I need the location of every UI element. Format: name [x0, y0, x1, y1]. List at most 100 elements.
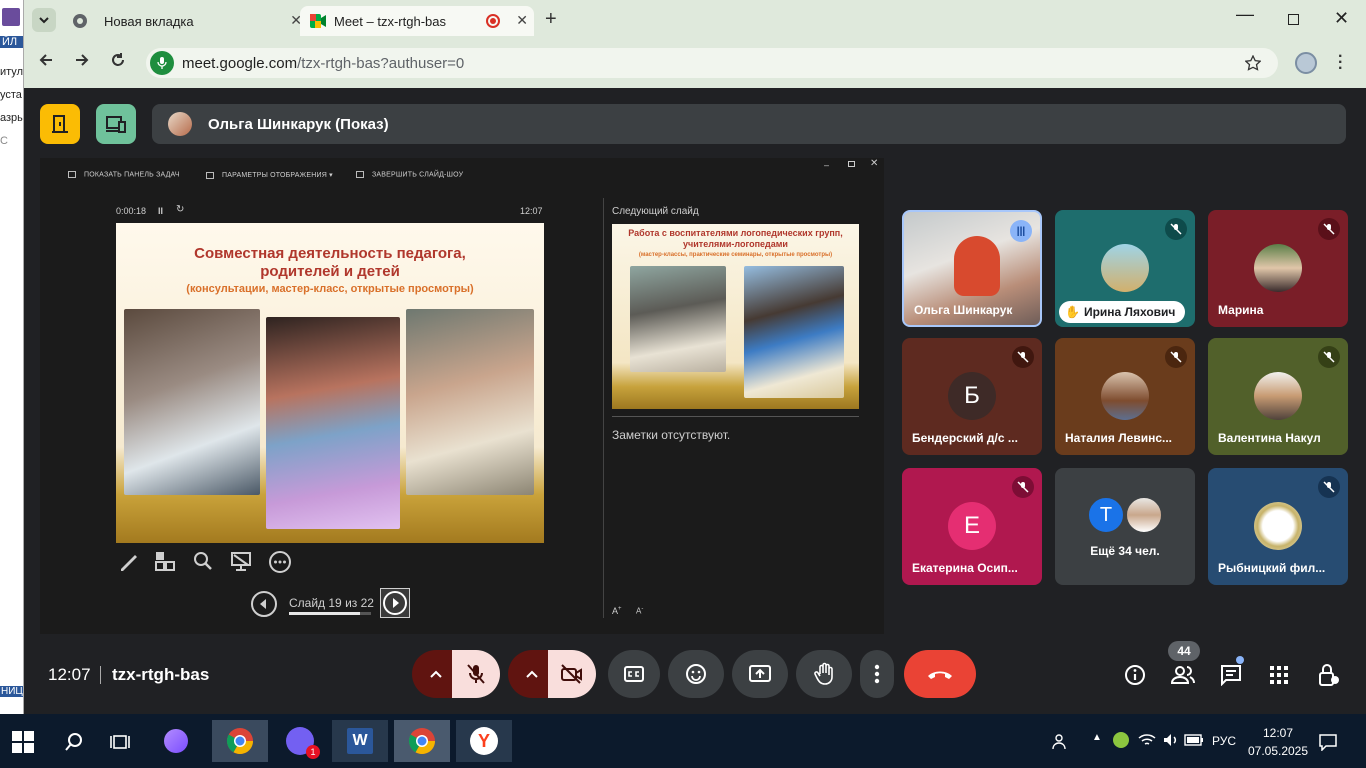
layout-button[interactable]: [40, 104, 80, 144]
yandex-icon: Y: [470, 727, 498, 755]
forward-button[interactable]: [74, 52, 90, 68]
show-taskbar-button[interactable]: ПОКАЗАТЬ ПАНЕЛЬ ЗАДАЧ: [68, 171, 180, 178]
taskbar-chrome-profile[interactable]: [394, 720, 450, 762]
alice-assistant-icon[interactable]: [164, 729, 188, 753]
tray-expand-icon[interactable]: ▲: [1092, 732, 1102, 743]
tray-clock-time[interactable]: 12:07: [1246, 726, 1310, 740]
captions-icon: [624, 666, 644, 682]
slideshow-icon: [356, 171, 364, 178]
zoom-icon[interactable]: [192, 550, 214, 572]
next-slide-preview[interactable]: Работа с воспитателями логопедических гр…: [612, 224, 859, 409]
close-tab-icon[interactable]: ✕: [516, 12, 528, 29]
windows-start-icon[interactable]: [12, 731, 34, 753]
address-bar[interactable]: meet.google.com/tzx-rtgh-bas?authuser=0: [146, 48, 1278, 78]
previous-slide-button[interactable]: [250, 590, 278, 618]
decrease-font-button[interactable]: A-: [636, 606, 643, 616]
divider: [603, 198, 604, 618]
search-icon[interactable]: [64, 732, 84, 752]
participant-tile[interactable]: Наталия Левинс...: [1055, 338, 1195, 455]
reactions-button[interactable]: [668, 650, 724, 698]
participant-tile[interactable]: Е Екатерина Осип...: [902, 468, 1042, 585]
slides-grid-icon[interactable]: [154, 550, 176, 572]
increase-font-button[interactable]: A+: [612, 606, 622, 616]
people-button[interactable]: [1170, 662, 1196, 688]
new-tab-button[interactable]: +: [545, 8, 557, 31]
camera-toggle-button[interactable]: [548, 650, 596, 698]
end-slideshow-button[interactable]: ЗАВЕРШИТЬ СЛАЙД-ШОУ: [356, 171, 463, 178]
pause-icon[interactable]: ll: [158, 206, 163, 216]
raise-hand-button[interactable]: [796, 650, 852, 698]
devices-icon: [106, 116, 126, 133]
tab-search-button[interactable]: [32, 8, 56, 32]
present-screen-button[interactable]: [732, 650, 788, 698]
taskbar-chrome[interactable]: [212, 720, 268, 762]
pen-icon[interactable]: [118, 550, 140, 572]
taskbar-yandex-browser[interactable]: Y: [456, 720, 512, 762]
captions-button[interactable]: [608, 650, 660, 698]
participant-tile[interactable]: Б Бендерский д/с ...: [902, 338, 1042, 455]
pres-close-icon[interactable]: ✕: [870, 158, 878, 169]
battery-icon[interactable]: [1184, 734, 1204, 746]
participant-name: Ирина Ляхович: [1083, 305, 1176, 319]
meet-window: Ольга Шинкарук (Показ) ПОКАЗАТЬ ПАНЕЛЬ З…: [24, 88, 1366, 714]
divider: [612, 416, 859, 417]
slide-counter: Слайд 19 из 22: [289, 596, 374, 610]
microphone-icon: [157, 57, 167, 69]
microphone-toggle-button[interactable]: [452, 650, 500, 698]
bg-line: НИЦА: [0, 686, 23, 697]
back-button[interactable]: [38, 52, 54, 68]
task-view-icon[interactable]: [110, 733, 130, 751]
meeting-info-button[interactable]: [1122, 662, 1148, 688]
reset-timer-icon[interactable]: ↻: [176, 204, 184, 215]
tab-new-tab[interactable]: Новая вкладка ✕: [64, 6, 302, 36]
more-options-button[interactable]: [860, 650, 894, 698]
participant-tile[interactable]: ||| Ольга Шинкарук: [902, 210, 1042, 327]
taskbar-viber[interactable]: 1: [272, 720, 328, 762]
more-participants-tile[interactable]: Т Ещё 34 чел.: [1055, 468, 1195, 585]
people-tray-icon[interactable]: [1052, 733, 1070, 751]
leave-call-button[interactable]: [904, 650, 976, 698]
participant-tile[interactable]: Марина: [1208, 210, 1348, 327]
display-settings-button[interactable]: ПАРАМЕТРЫ ОТОБРАЖЕНИЯ ▾: [206, 171, 333, 179]
volume-icon[interactable]: [1162, 732, 1180, 748]
chat-button[interactable]: [1218, 662, 1244, 688]
participant-avatar: [1101, 244, 1149, 292]
pres-minimize-icon[interactable]: –: [824, 160, 829, 170]
star-icon[interactable]: [1245, 55, 1261, 71]
tab-meet[interactable]: Meet – tzx-rtgh-bas ✕: [300, 6, 534, 36]
devices-button[interactable]: [96, 104, 136, 144]
reload-button[interactable]: [110, 52, 126, 68]
screen-icon[interactable]: [230, 550, 252, 572]
more-options-icon[interactable]: [268, 550, 292, 574]
bg-line: С: [0, 135, 8, 147]
menu-icon[interactable]: · · ·: [1338, 49, 1343, 77]
profile-avatar[interactable]: [1295, 52, 1317, 74]
participant-name: Марина: [1218, 303, 1264, 317]
tray-app-icon[interactable]: [1113, 732, 1129, 748]
participant-avatar: Т: [1087, 496, 1125, 534]
participant-tile[interactable]: Рыбницкий фил...: [1208, 468, 1348, 585]
participant-avatar: Е: [948, 502, 996, 550]
minimize-button[interactable]: —: [1236, 4, 1254, 25]
next-slide-button[interactable]: [380, 588, 410, 618]
notifications-icon[interactable]: [1318, 733, 1338, 751]
chevron-up-icon: [526, 670, 538, 678]
activities-button[interactable]: [1266, 662, 1292, 688]
participant-tile[interactable]: ✋ Ирина Ляхович: [1055, 210, 1195, 327]
tray-clock-date[interactable]: 07.05.2025: [1246, 744, 1310, 758]
next-slide-subtitle: (мастер-классы, практические семинары, о…: [638, 252, 833, 258]
participant-tile[interactable]: Валентина Накул: [1208, 338, 1348, 455]
slide-progress-fill: [289, 612, 360, 615]
close-window-button[interactable]: ✕: [1334, 8, 1349, 29]
wifi-icon[interactable]: [1138, 732, 1156, 748]
participant-avatar: [1254, 372, 1302, 420]
pres-restore-icon[interactable]: [848, 161, 855, 167]
host-controls-button[interactable]: [1316, 662, 1342, 688]
input-language[interactable]: РУС: [1212, 734, 1236, 748]
participant-name: Ольга Шинкарук: [914, 303, 1013, 317]
participants-count-badge: 44: [1168, 641, 1200, 661]
site-info-icon[interactable]: [150, 51, 174, 75]
taskbar-word[interactable]: W: [332, 720, 388, 762]
maximize-button[interactable]: [1288, 14, 1299, 25]
bg-line: азры: [0, 112, 24, 124]
